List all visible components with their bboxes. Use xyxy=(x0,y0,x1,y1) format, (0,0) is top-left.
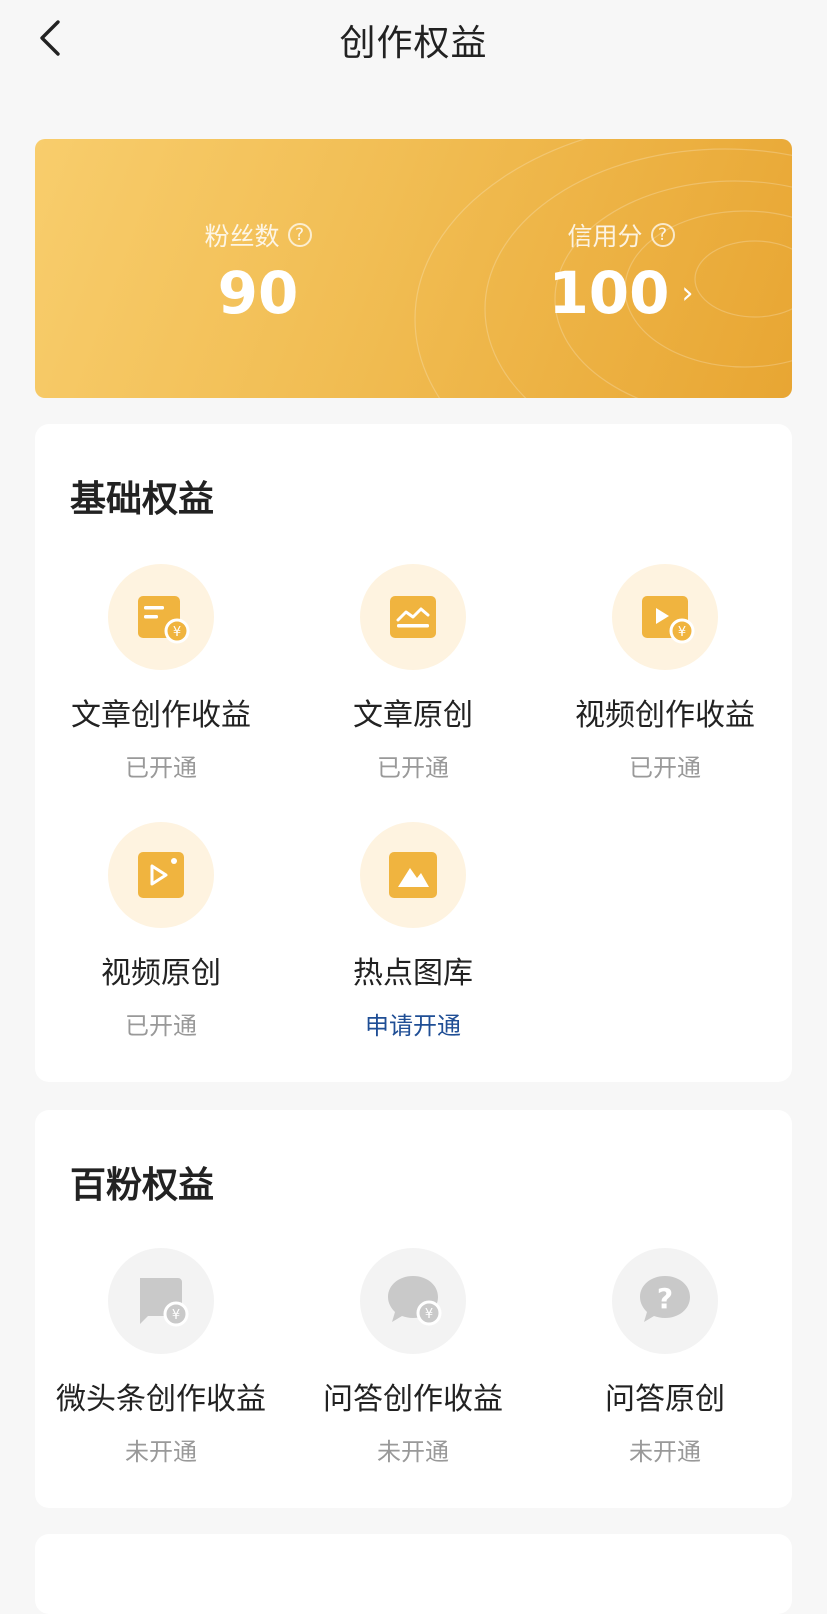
item-label: 微头条创作收益 xyxy=(56,1382,266,1417)
qa-original-icon: ? xyxy=(640,1276,690,1322)
qa-income-icon: ¥ xyxy=(388,1276,442,1326)
svg-text:¥: ¥ xyxy=(172,1308,180,1323)
item-status: 已开通 xyxy=(125,754,197,782)
hundred-fans-rights-card: 百粉权益 ¥ 微头条创作收益 未开通 ¥ 问答创作收益 未开通 ? 问答原创 未… xyxy=(35,1110,792,1508)
item-label: 文章创作收益 xyxy=(71,698,251,733)
item-label: 热点图库 xyxy=(353,956,473,991)
fans-label: 粉丝数 xyxy=(204,222,280,251)
help-glyph: ? xyxy=(294,224,305,245)
credit-help-icon[interactable]: ? xyxy=(650,223,675,247)
credit-stat[interactable]: 信用分 ? 100 › xyxy=(501,217,741,327)
svg-text:¥: ¥ xyxy=(678,625,686,640)
article-income-item[interactable]: ¥ 文章创作收益 已开通 xyxy=(35,564,287,783)
next-rights-card xyxy=(35,1534,792,1614)
item-status: 未开通 xyxy=(125,1438,197,1466)
article-income-icon: ¥ xyxy=(138,596,190,644)
section-title: 基础权益 xyxy=(70,479,215,520)
item-label: 问答创作收益 xyxy=(323,1382,503,1417)
credit-value: 100 xyxy=(548,259,670,327)
qa-income-item[interactable]: ¥ 问答创作收益 未开通 xyxy=(287,1248,539,1467)
article-original-item[interactable]: 文章原创 已开通 xyxy=(287,564,539,783)
item-status: 已开通 xyxy=(125,1012,197,1040)
item-label: 问答原创 xyxy=(605,1382,725,1417)
hot-gallery-item[interactable]: 热点图库 申请开通 xyxy=(287,822,539,1041)
item-status: 已开通 xyxy=(377,754,449,782)
fans-stat: 粉丝数 ? 90 xyxy=(138,217,378,327)
fans-help-icon[interactable]: ? xyxy=(287,223,312,247)
page-title: 创作权益 xyxy=(339,23,488,64)
item-label: 文章原创 xyxy=(353,698,473,733)
credit-label: 信用分 xyxy=(567,222,643,251)
video-original-item[interactable]: 视频原创 已开通 xyxy=(35,822,287,1041)
item-label: 视频创作收益 xyxy=(575,698,755,733)
chevron-right-icon: › xyxy=(681,276,694,311)
section-title: 百粉权益 xyxy=(70,1165,215,1206)
hot-gallery-icon xyxy=(389,852,437,898)
svg-text:?: ? xyxy=(657,1282,673,1315)
stats-banner: 粉丝数 ? 90 信用分 ? 100 › xyxy=(35,139,792,398)
basic-rights-card: 基础权益 ¥ 文章创作收益 已开通 文章原创 已开通 ¥ 视频创作收益 已开通 … xyxy=(35,424,792,1082)
item-status: 未开通 xyxy=(629,1438,701,1466)
item-status: 未开通 xyxy=(377,1438,449,1466)
micro-post-income-item[interactable]: ¥ 微头条创作收益 未开通 xyxy=(35,1248,287,1467)
video-income-icon: ¥ xyxy=(642,596,695,644)
apply-link[interactable]: 申请开通 xyxy=(287,1006,539,1041)
svg-text:¥: ¥ xyxy=(173,625,181,640)
svg-text:¥: ¥ xyxy=(425,1307,433,1322)
micro-post-income-icon: ¥ xyxy=(140,1278,189,1327)
article-original-icon xyxy=(390,596,436,638)
qa-original-item[interactable]: ? 问答原创 未开通 xyxy=(539,1248,791,1467)
video-income-item[interactable]: ¥ 视频创作收益 已开通 xyxy=(539,564,791,783)
item-status: 已开通 xyxy=(629,754,701,782)
help-glyph: ? xyxy=(657,224,668,245)
item-label: 视频原创 xyxy=(101,956,221,991)
fans-value: 90 xyxy=(217,259,299,327)
video-original-icon xyxy=(138,852,184,898)
nav-bar: 创作权益 xyxy=(0,0,827,80)
